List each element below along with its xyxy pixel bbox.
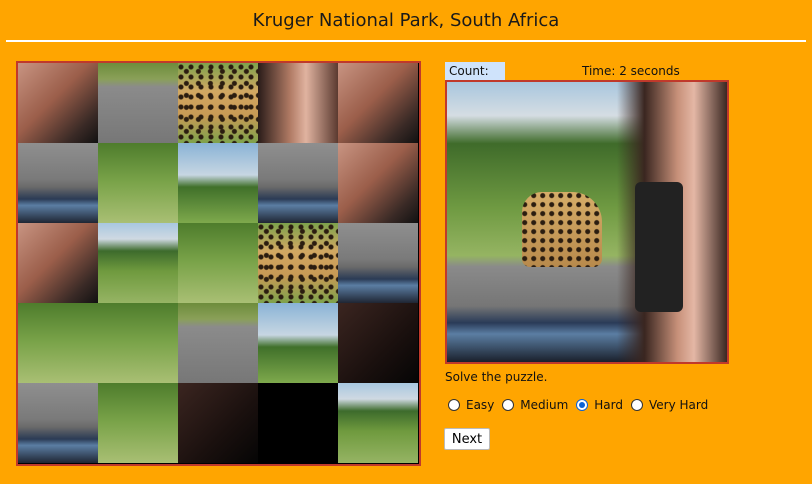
difficulty-option-very-hard[interactable]: Very Hard bbox=[631, 398, 708, 412]
puzzle-tile[interactable] bbox=[178, 223, 258, 303]
puzzle-tile[interactable] bbox=[258, 303, 338, 383]
puzzle-tile[interactable] bbox=[18, 303, 98, 383]
puzzle-tile[interactable] bbox=[18, 63, 98, 143]
puzzle-tile[interactable] bbox=[258, 63, 338, 143]
difficulty-label: Hard bbox=[594, 398, 623, 412]
puzzle-tile[interactable] bbox=[98, 143, 178, 223]
puzzle-tile[interactable] bbox=[18, 143, 98, 223]
title-divider bbox=[6, 40, 806, 42]
puzzle-empty-slot[interactable] bbox=[258, 383, 338, 463]
puzzle-tile[interactable] bbox=[98, 303, 178, 383]
next-button[interactable]: Next bbox=[444, 428, 490, 450]
puzzle-tile[interactable] bbox=[98, 383, 178, 463]
difficulty-option-medium[interactable]: Medium bbox=[502, 398, 568, 412]
puzzle-tile[interactable] bbox=[338, 223, 418, 303]
difficulty-selector: Easy Medium Hard Very Hard bbox=[448, 398, 716, 412]
puzzle-tile[interactable] bbox=[178, 63, 258, 143]
puzzle-tile[interactable] bbox=[98, 63, 178, 143]
difficulty-label: Medium bbox=[520, 398, 569, 412]
difficulty-label: Very Hard bbox=[649, 398, 709, 412]
puzzle-tile[interactable] bbox=[338, 143, 418, 223]
phone-shape bbox=[635, 182, 683, 312]
cheetah-shape bbox=[522, 192, 602, 267]
radio-button[interactable] bbox=[576, 399, 589, 411]
puzzle-tile[interactable] bbox=[98, 223, 178, 303]
puzzle-tile[interactable] bbox=[178, 383, 258, 463]
move-counter: Count: 0 bbox=[445, 62, 505, 96]
puzzle-tile[interactable] bbox=[338, 383, 418, 463]
solution-preview-image bbox=[445, 80, 729, 364]
puzzle-tile[interactable] bbox=[18, 383, 98, 463]
page-title: Kruger National Park, South Africa bbox=[252, 10, 560, 31]
radio-button[interactable] bbox=[631, 399, 643, 411]
instructions-text: Solve the puzzle. bbox=[445, 370, 548, 384]
timer: Time: 2 seconds bbox=[582, 64, 680, 78]
radio-button[interactable] bbox=[502, 399, 515, 411]
difficulty-label: Easy bbox=[466, 398, 495, 412]
puzzle-tile[interactable] bbox=[18, 223, 98, 303]
difficulty-option-easy[interactable]: Easy bbox=[448, 398, 494, 412]
count-label: Count: bbox=[449, 64, 489, 78]
puzzle-tile[interactable] bbox=[258, 143, 338, 223]
puzzle-tile[interactable] bbox=[178, 303, 258, 383]
difficulty-option-hard[interactable]: Hard bbox=[576, 398, 623, 412]
radio-button[interactable] bbox=[448, 399, 460, 411]
puzzle-tile[interactable] bbox=[258, 223, 338, 303]
puzzle-tile[interactable] bbox=[338, 63, 418, 143]
puzzle-tile[interactable] bbox=[178, 143, 258, 223]
puzzle-board bbox=[16, 61, 421, 466]
puzzle-tile[interactable] bbox=[338, 303, 418, 383]
